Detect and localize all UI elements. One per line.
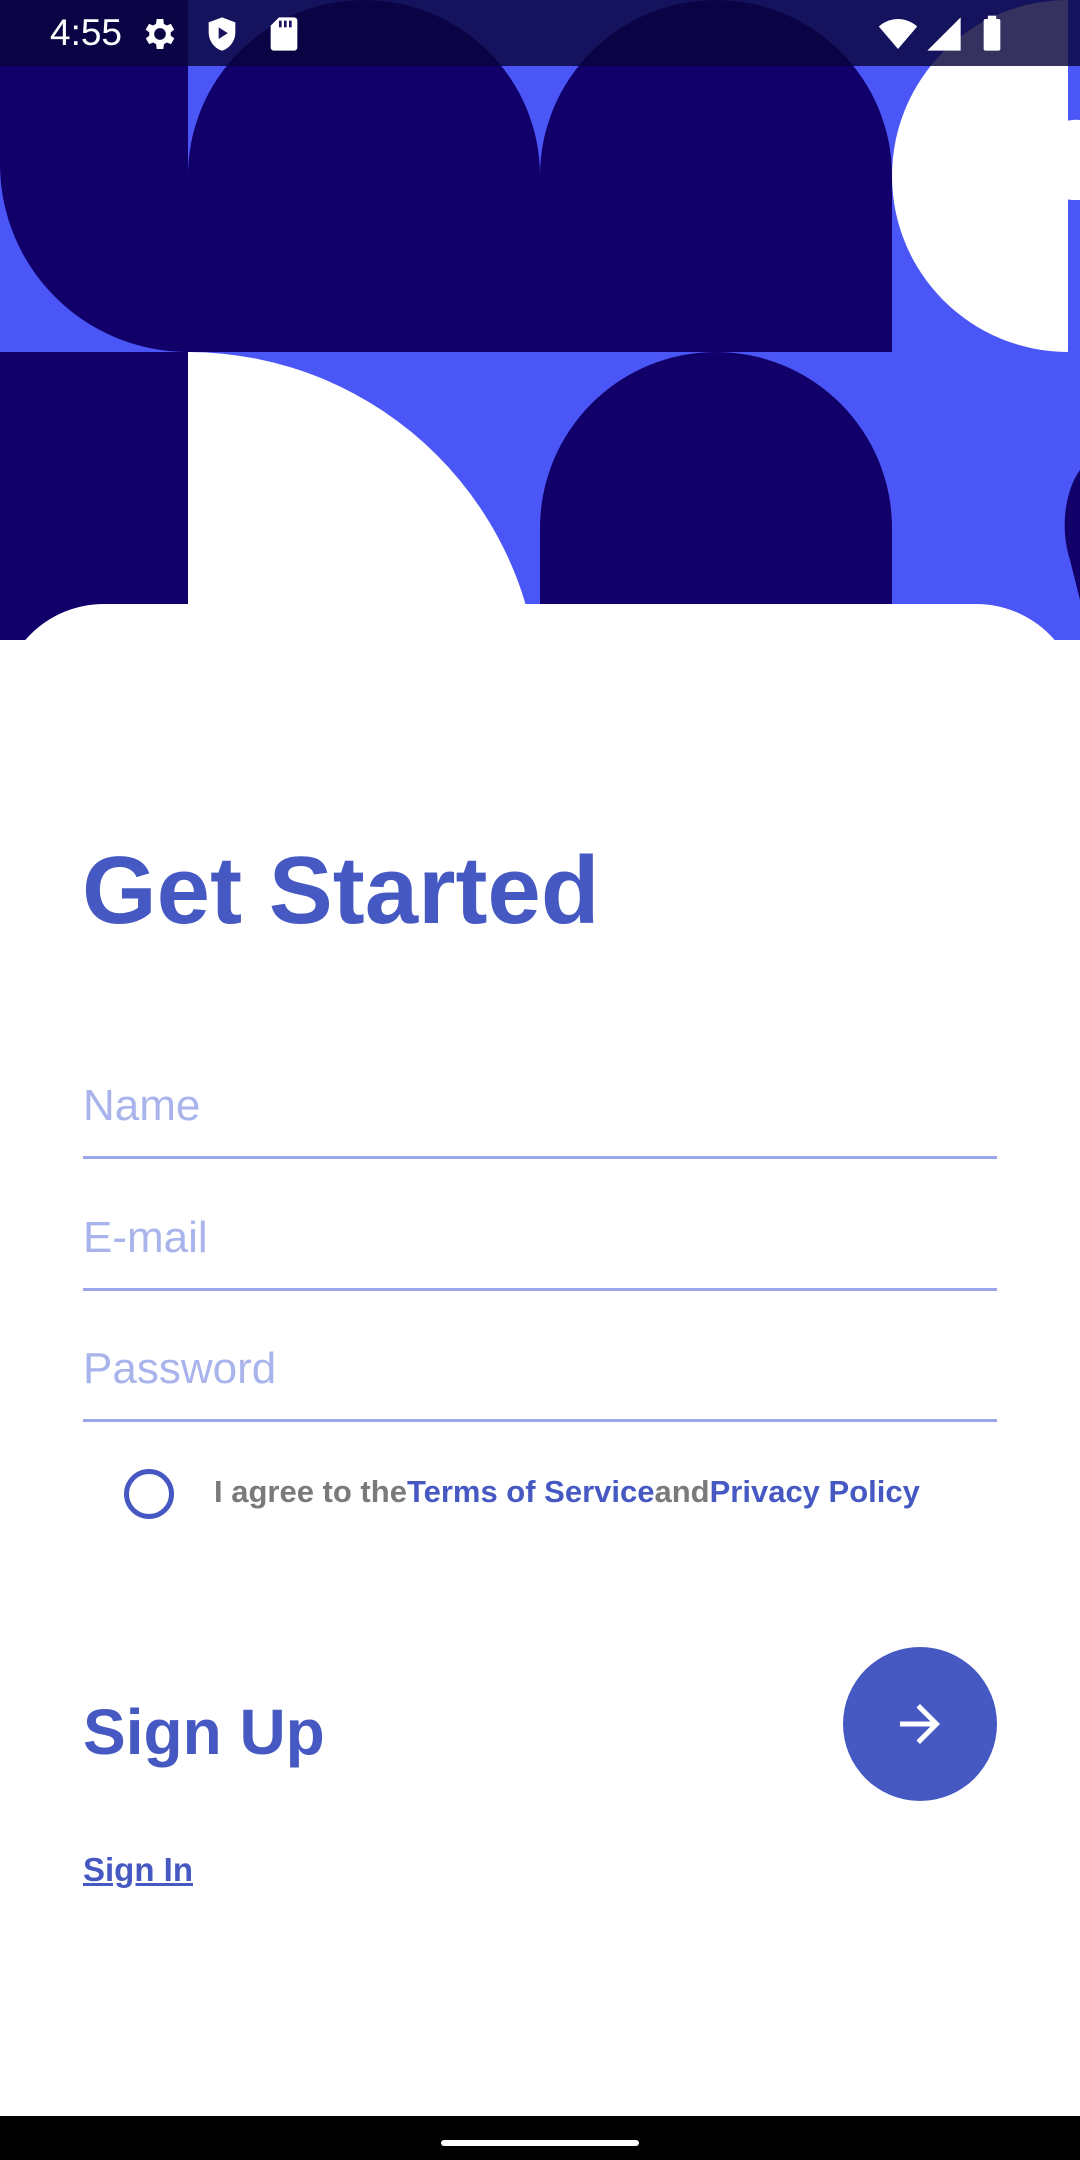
cell-signal-icon (924, 14, 964, 54)
email-input[interactable] (83, 1198, 997, 1278)
shield-play-icon (202, 14, 242, 54)
sign-up-screen: 4:55 Get Started Name E-mail I agree to … (0, 0, 1080, 2160)
name-field-container (83, 1066, 997, 1159)
arrow-right-icon (900, 1704, 940, 1744)
navigation-bar (0, 2116, 1080, 2160)
agreement-conjunction: and (654, 1474, 710, 1509)
terms-agree-radio[interactable] (124, 1469, 174, 1519)
email-field-container (83, 1198, 997, 1291)
terms-of-service-link[interactable]: Terms of Service (407, 1474, 655, 1509)
home-gesture-handle[interactable] (441, 2140, 639, 2146)
sign-up-card: Get Started I agree to theTerms of Servi… (0, 604, 1080, 2116)
sd-card-icon (264, 14, 304, 54)
terms-agreement-text: I agree to theTerms of ServiceandPrivacy… (214, 1472, 920, 1512)
status-bar: 4:55 (0, 0, 1080, 66)
status-time: 4:55 (50, 12, 123, 53)
password-field-container (83, 1329, 997, 1422)
name-input[interactable] (83, 1066, 997, 1146)
password-input[interactable] (83, 1329, 997, 1409)
sign-in-link[interactable]: Sign In (83, 1850, 193, 1890)
sign-up-submit-button[interactable] (843, 1647, 997, 1801)
privacy-policy-link[interactable]: Privacy Policy (710, 1474, 920, 1509)
wifi-icon (878, 14, 918, 54)
header-pattern-image (0, 0, 1080, 640)
battery-icon (972, 14, 1012, 54)
terms-agreement-row: I agree to theTerms of ServiceandPrivacy… (122, 1464, 1022, 1524)
sign-up-label: Sign Up (83, 1696, 325, 1768)
page-title: Get Started (82, 837, 600, 944)
settings-icon (140, 14, 180, 54)
agreement-prefix: I agree to the (214, 1474, 407, 1509)
